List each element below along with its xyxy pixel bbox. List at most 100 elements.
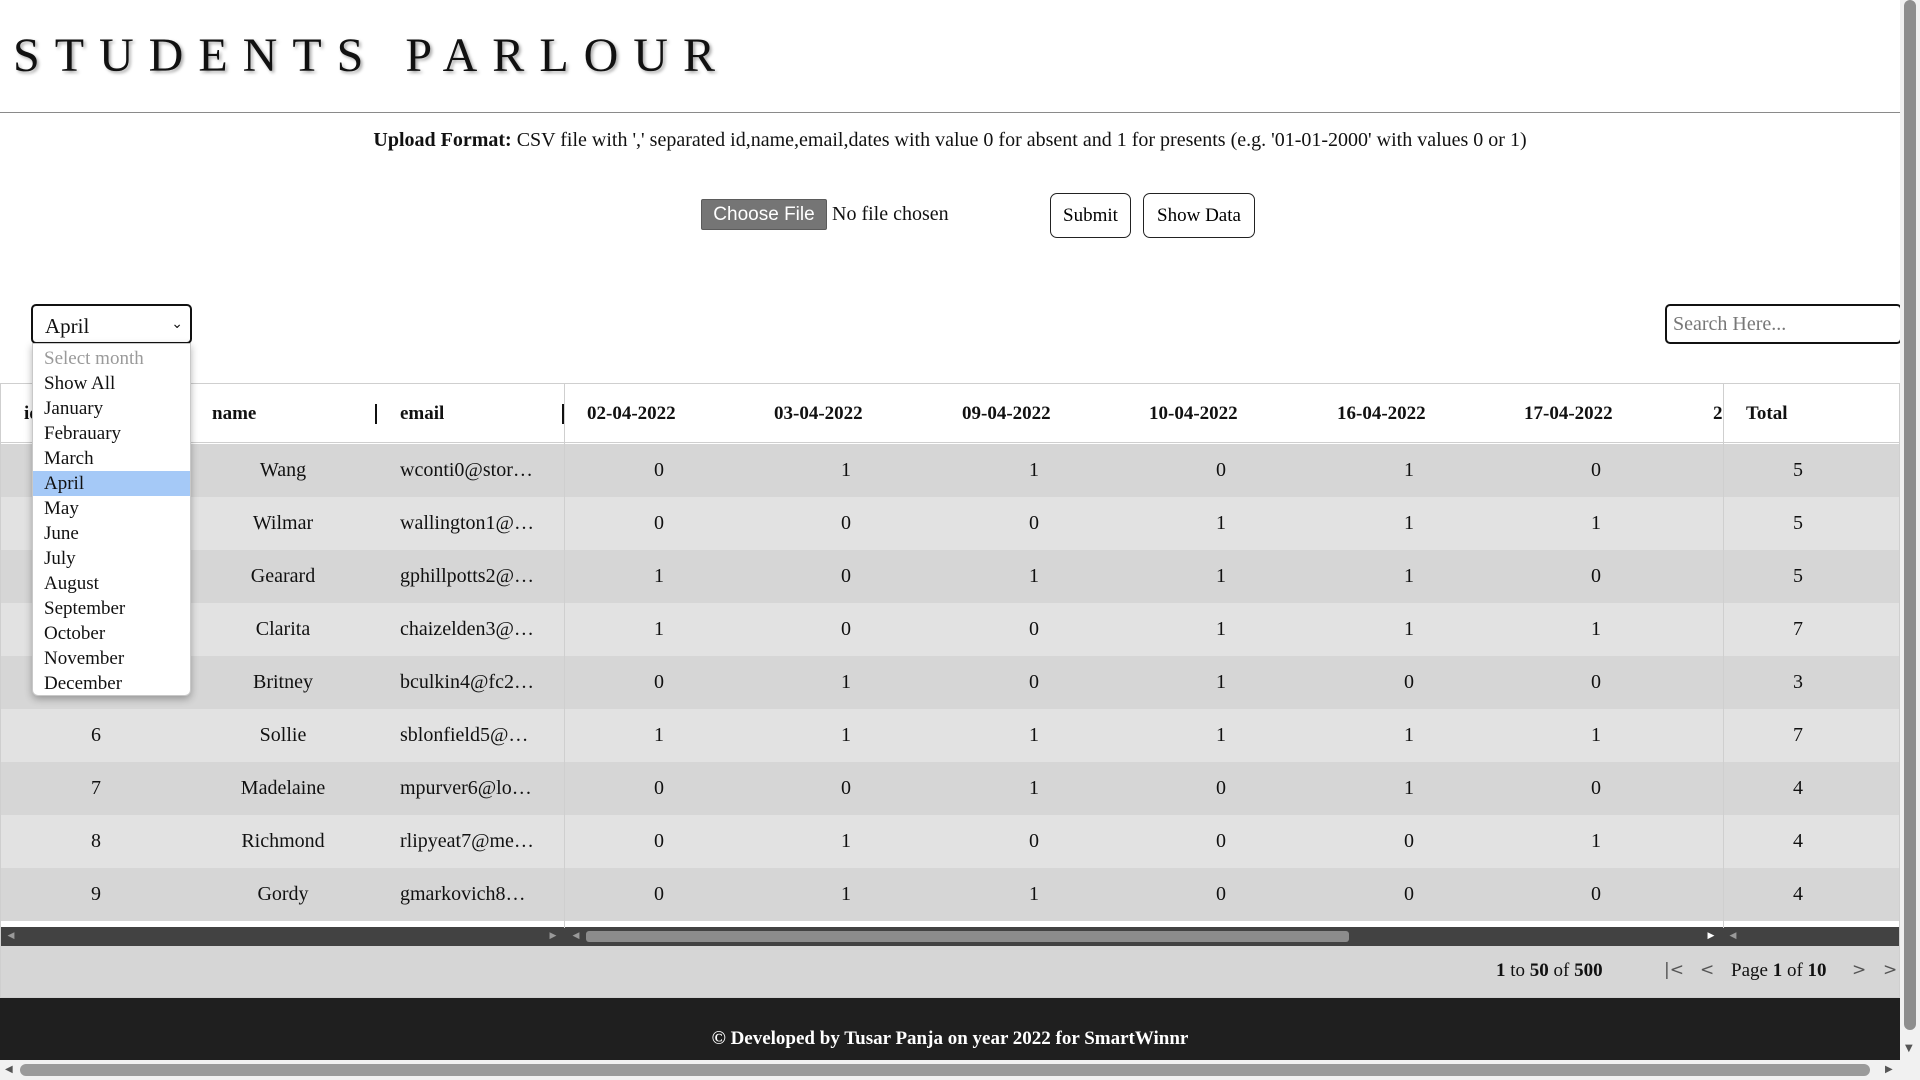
- scroll-right-icon[interactable]: ▶: [1704, 927, 1718, 946]
- header-date[interactable]: 03-04-2022: [774, 384, 924, 443]
- month-option[interactable]: Show All: [33, 371, 190, 396]
- cell-name: Wilmar: [252, 512, 314, 534]
- header-email[interactable]: email: [400, 384, 520, 443]
- show-data-button[interactable]: Show Data: [1143, 193, 1255, 238]
- previous-page-icon[interactable]: <: [1700, 960, 1714, 980]
- scroll-right-icon[interactable]: ▶: [1885, 1064, 1893, 1075]
- cell-attendance: 0: [654, 883, 664, 905]
- cell-name: Richmond: [241, 830, 325, 852]
- cell-attendance: 0: [654, 777, 664, 799]
- cell-attendance: 1: [1591, 618, 1601, 640]
- cell-total: 5: [1793, 565, 1803, 587]
- cell-attendance: 0: [654, 512, 664, 534]
- table-row[interactable]: 7 Madelaine mpurver6@lo… 0 0 1 0 1 0 4: [1, 762, 1899, 815]
- first-page-icon[interactable]: |<: [1664, 960, 1684, 980]
- file-status-text: No file chosen: [832, 203, 949, 225]
- cell-attendance: 0: [1216, 777, 1226, 799]
- table-row[interactable]: 4Claritachaizelden3@…1001117: [1, 603, 1899, 656]
- scroll-left-icon[interactable]: ◀: [1726, 927, 1740, 946]
- table-row[interactable]: 5Britneybculkin4@fc2…0101003: [1, 656, 1899, 709]
- month-option[interactable]: May: [33, 496, 190, 521]
- header-date[interactable]: 02-04-2022: [587, 384, 737, 443]
- scroll-down-icon[interactable]: ▼: [1905, 1043, 1913, 1054]
- header-date[interactable]: 10-04-2022: [1149, 384, 1299, 443]
- name-column-resizer[interactable]: [375, 404, 377, 424]
- cell-attendance: 0: [841, 512, 851, 534]
- month-select[interactable]: April ⌄: [31, 304, 192, 344]
- cell-id: 7: [91, 777, 101, 799]
- cell-attendance: 1: [1404, 618, 1414, 640]
- cell-email: sblonfield5@…: [400, 724, 529, 746]
- cell-attendance: 1: [1404, 565, 1414, 587]
- submit-button[interactable]: Submit: [1050, 193, 1131, 238]
- month-option[interactable]: January: [33, 396, 190, 421]
- choose-file-button[interactable]: Choose File: [701, 199, 827, 230]
- page-vertical-scrollbar-thumb[interactable]: [1904, 0, 1916, 1030]
- upload-format-text: CSV file with ',' separated id,name,emai…: [511, 129, 1527, 151]
- footer-credit: © Developed by Tusar Panja on year 2022 …: [711, 1028, 1189, 1049]
- month-dropdown-list: Select month Show All January Febrauary Marc…: [32, 343, 191, 696]
- cell-attendance: 1: [1591, 512, 1601, 534]
- table-row[interactable]: 2Wilmarwallington1@…0001115: [1, 497, 1899, 550]
- month-option[interactable]: March: [33, 446, 190, 471]
- cell-name: Britney: [253, 671, 313, 693]
- header-total[interactable]: Total: [1746, 384, 1866, 443]
- last-page-icon[interactable]: >|: [1883, 960, 1899, 980]
- page-horizontal-scrollbar[interactable]: ◀ ▶: [0, 1060, 1920, 1080]
- header-date[interactable]: 16-04-2022: [1337, 384, 1487, 443]
- header-name[interactable]: name: [212, 384, 332, 443]
- table-row[interactable]: 3Gearardgphillpotts2@…1011105: [1, 550, 1899, 603]
- cell-attendance: 1: [1029, 724, 1039, 746]
- row-count-summary: 1 to 50 of 500: [1496, 960, 1603, 981]
- month-option[interactable]: Febrauary: [33, 421, 190, 446]
- cell-email: mpurver6@lo…: [400, 777, 532, 799]
- cell-attendance: 1: [841, 671, 851, 693]
- scroll-left-icon[interactable]: ◀: [5, 1064, 13, 1075]
- footer: © Developed by Tusar Panja on year 2022 …: [0, 998, 1900, 1060]
- month-option[interactable]: August: [33, 571, 190, 596]
- scroll-left-icon[interactable]: ◀: [4, 927, 18, 946]
- cell-email: bculkin4@fc2…: [400, 671, 534, 693]
- table-row[interactable]: 9 Gordy gmarkovich8… 0 1 1 0 0 0 4: [1, 868, 1899, 921]
- page-vertical-scrollbar[interactable]: ▼: [1900, 0, 1920, 1060]
- month-option[interactable]: November: [33, 646, 190, 671]
- month-option[interactable]: September: [33, 596, 190, 621]
- cell-email: gphillpotts2@…: [400, 565, 534, 587]
- cell-attendance: 0: [654, 459, 664, 481]
- scroll-left-icon[interactable]: ◀: [569, 927, 583, 946]
- cell-attendance: 0: [1216, 830, 1226, 852]
- month-option[interactable]: April: [33, 471, 190, 496]
- upload-format-instructions: Upload Format: CSV file with ',' separat…: [0, 129, 1900, 152]
- next-page-icon[interactable]: >: [1852, 960, 1866, 980]
- scroll-right-icon[interactable]: ▶: [546, 927, 560, 946]
- cell-total: 5: [1793, 459, 1803, 481]
- cell-name: Gearard: [250, 565, 316, 587]
- header-date[interactable]: 17-04-2022: [1524, 384, 1674, 443]
- grid-horizontal-scrollbar[interactable]: ◀ ▶ ◀ ▶ ◀: [1, 927, 1899, 946]
- cell-email: rlipyeat7@me…: [400, 830, 534, 852]
- search-input[interactable]: [1665, 304, 1902, 344]
- cell-attendance: 1: [1029, 565, 1039, 587]
- cell-total: 4: [1793, 777, 1803, 799]
- cell-attendance: 1: [1404, 459, 1414, 481]
- header-date[interactable]: 23-04-2022: [1713, 384, 1722, 443]
- cell-attendance: 0: [1029, 618, 1039, 640]
- month-option[interactable]: June: [33, 521, 190, 546]
- month-option: Select month: [44, 348, 144, 369]
- month-select-value: April: [45, 314, 90, 338]
- cell-attendance: 0: [654, 830, 664, 852]
- attendance-grid: id name email 02-04-2022 03-04-2022 09-0…: [0, 383, 1900, 998]
- month-option[interactable]: December: [33, 671, 190, 696]
- page-horizontal-scrollbar-thumb[interactable]: [20, 1064, 1870, 1076]
- cell-name: Madelaine: [240, 777, 326, 799]
- month-option[interactable]: October: [33, 621, 190, 646]
- cell-total: 5: [1793, 512, 1803, 534]
- pinned-left-separator: [564, 384, 565, 928]
- cell-attendance: 1: [1216, 512, 1226, 534]
- table-row[interactable]: 1Wangwconti0@stor…0110105: [1, 444, 1899, 497]
- header-date[interactable]: 09-04-2022: [962, 384, 1112, 443]
- grid-scrollbar-thumb[interactable]: [586, 931, 1349, 942]
- month-option[interactable]: July: [33, 546, 190, 571]
- table-row[interactable]: 6 Sollie sblonfield5@… 1 1 1 1 1 1 7: [1, 709, 1899, 762]
- table-row[interactable]: 8 Richmond rlipyeat7@me… 0 1 0 0 0 1 4: [1, 815, 1899, 868]
